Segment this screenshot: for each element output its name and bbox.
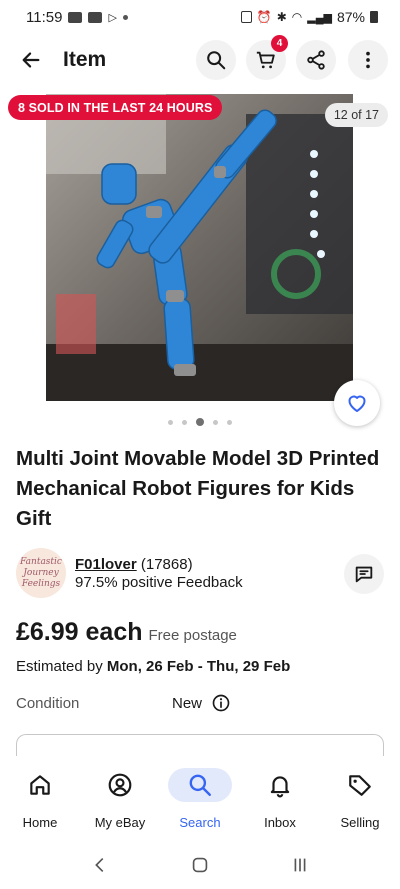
signal-icon: ▂▄▆	[307, 11, 332, 24]
pagination-dot[interactable]	[168, 419, 173, 425]
pagination-dot[interactable]	[182, 419, 187, 425]
avatar-line: Journey	[23, 567, 59, 578]
contact-seller-button[interactable]	[344, 554, 384, 594]
postage-info: Free postage	[148, 627, 237, 644]
item-header: Item 4	[0, 35, 400, 84]
pagination-dot[interactable]	[213, 419, 218, 425]
avatar-line: Fantastic	[20, 556, 62, 567]
share-button[interactable]	[296, 40, 336, 80]
battery-icon	[370, 11, 378, 23]
status-time: 11:59	[26, 8, 63, 26]
search-button[interactable]	[196, 40, 236, 80]
delivery-estimate: Estimated by Mon, 26 Feb - Thu, 29 Feb	[16, 658, 290, 675]
sold-count-badge: 8 SOLD IN THE LAST 24 HOURS	[8, 95, 223, 120]
wifi-icon: ◠	[291, 10, 303, 24]
robot-figure-image	[46, 94, 353, 401]
status-left: 11:59 ▷	[26, 9, 128, 26]
condition-label: Condition	[16, 695, 80, 712]
youtube-icon	[88, 11, 103, 23]
message-icon	[355, 566, 373, 583]
battery-level: 87%	[336, 9, 365, 25]
estimate-dates: Mon, 26 Feb - Thu, 29 Feb	[106, 658, 291, 675]
bluetooth-icon: ✱	[276, 10, 287, 24]
seller-name-row[interactable]: F01lover (17868)	[75, 556, 193, 573]
more-vertical-icon	[366, 51, 370, 69]
product-photo[interactable]	[46, 94, 353, 401]
recents-nav-icon[interactable]	[289, 854, 311, 876]
home-nav-icon[interactable]	[189, 854, 211, 876]
bell-icon-wrap	[248, 768, 312, 802]
nav-inbox[interactable]: Inbox	[240, 768, 320, 830]
more-notifications-icon	[122, 14, 128, 20]
home-icon-wrap	[8, 768, 72, 802]
nav-home[interactable]: Home	[0, 768, 80, 830]
condition-row: Condition New	[16, 693, 384, 715]
item-price: £6.99 each	[16, 618, 143, 646]
home-icon	[30, 775, 50, 795]
item-title: Multi Joint Movable Model 3D Printed Mec…	[16, 447, 380, 530]
nav-label: My eBay	[94, 815, 146, 830]
sim-icon	[240, 11, 252, 23]
search-icon	[207, 51, 226, 70]
nav-label: Selling	[340, 815, 380, 830]
search-icon-wrap	[168, 768, 232, 802]
cart-button[interactable]: 4	[246, 35, 288, 80]
info-icon[interactable]	[211, 693, 231, 713]
condition-value: New	[172, 695, 203, 712]
share-icon	[307, 50, 325, 70]
cart-count-badge: 4	[271, 35, 288, 52]
back-nav-icon[interactable]	[89, 854, 111, 876]
gallery-pagination	[0, 418, 400, 426]
account-icon-wrap	[88, 768, 152, 802]
status-right: ⏰ ✱ ◠ ▂▄▆ 87%	[240, 9, 378, 25]
seller-feedback: 97.5% positive Feedback	[75, 574, 243, 591]
image-counter: 12 of 17	[324, 103, 388, 127]
status-bar: 11:59 ▷ ⏰ ✱ ◠ ▂▄▆ 87%	[0, 0, 400, 34]
avatar-line: Feelings	[21, 578, 61, 589]
bottom-navigation: Home My eBay Search Inbox Selling	[0, 756, 400, 840]
heart-icon	[348, 395, 366, 412]
seller-info[interactable]: Fantastic Journey Feelings F01lover (178…	[16, 548, 384, 602]
back-button[interactable]	[14, 43, 48, 77]
tag-icon	[349, 775, 371, 796]
search-icon	[189, 774, 211, 796]
bell-icon	[270, 776, 290, 798]
arrow-left-icon	[22, 52, 40, 68]
nav-label: Home	[22, 815, 58, 830]
pagination-dot[interactable]	[227, 419, 232, 425]
nav-search[interactable]: Search	[160, 768, 240, 830]
system-navigation	[0, 845, 400, 885]
seller-avatar[interactable]: Fantastic Journey Feelings	[16, 548, 66, 598]
pagination-dot[interactable]	[196, 418, 204, 426]
cart-icon	[256, 51, 275, 69]
image-gallery[interactable]: 8 SOLD IN THE LAST 24 HOURS 12 of 17	[0, 94, 400, 426]
account-icon	[108, 773, 132, 797]
nav-label: Search	[179, 815, 221, 830]
tag-icon-wrap	[328, 768, 392, 802]
estimate-prefix: Estimated by	[16, 658, 103, 675]
notification-icon	[68, 11, 83, 23]
alarm-icon: ⏰	[256, 10, 272, 24]
more-options-button[interactable]	[348, 40, 388, 80]
seller-score: (17868)	[140, 556, 193, 573]
seller-name-link[interactable]: F01lover	[75, 556, 137, 573]
nav-label: Inbox	[264, 815, 296, 830]
price-row: £6.99 each Free postage	[16, 618, 237, 647]
nav-my-ebay[interactable]: My eBay	[80, 768, 160, 830]
play-icon: ▷	[108, 11, 117, 24]
page-title: Item	[63, 48, 107, 71]
nav-selling[interactable]: Selling	[320, 768, 400, 830]
